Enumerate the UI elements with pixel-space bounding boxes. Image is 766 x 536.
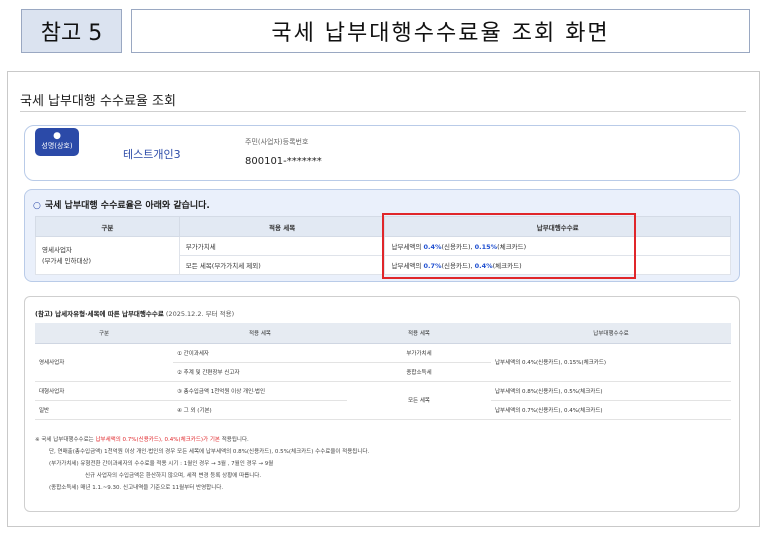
fee-cell: 납부세액의 0.7%(신용카드), 0.4%(체크카드) bbox=[491, 400, 731, 420]
type-cell: 영세사업자 bbox=[35, 343, 173, 382]
ref-col-type: 구분 bbox=[35, 323, 173, 344]
screen-frame: 국세 납부대행 수수료율 조회 ● 성명(상호) 테스트개인3 주민(사업자)등… bbox=[7, 71, 760, 527]
person-icon: ● bbox=[53, 131, 61, 141]
reference-heading: (참고) 납세자유형·세목에 따른 납부대행수수료 (2025.12.2. 부터… bbox=[35, 310, 235, 318]
taxpayer-name: 테스트개인3 bbox=[123, 148, 181, 161]
item-cell: 모든 세목(부가가치세 제외) bbox=[178, 255, 386, 275]
col-header-item: 적용 세목 bbox=[178, 216, 386, 237]
reference-tag: 참고 5 bbox=[21, 9, 122, 53]
col-header-type: 구분 bbox=[35, 216, 180, 237]
fee-cell: 납부세액의 0.8%(신용카드), 0.5%(체크카드) bbox=[491, 381, 731, 401]
reference-box: (참고) 납세자유형·세목에 따른 납부대행수수료 (2025.12.2. 부터… bbox=[24, 296, 740, 512]
bullet-icon: ○ bbox=[33, 201, 41, 211]
criteria-cell: ② 추계 및 간편장부 신고자 bbox=[173, 362, 347, 382]
badge-label: 성명(상호) bbox=[41, 142, 73, 150]
notes: ※ 국세 납부대행수수료는 납부세액의 0.7%(신용카드), 0.4%(체크카… bbox=[35, 434, 725, 494]
note-line: 신규 사업자의 수입금액은 환산하지 않으며, 세적 변경 등록 상황에 따릅니… bbox=[85, 473, 262, 479]
type-cell: 대형사업자 bbox=[35, 381, 173, 401]
title-divider bbox=[20, 111, 746, 112]
banner-title: 국세 납부대행수수료율 조회 화면 bbox=[131, 9, 750, 53]
rate-heading: ○ 국세 납부대행 수수료율은 아래와 같습니다. bbox=[33, 201, 210, 211]
note-line: (부가가치세) 유형전환 간이과세자의 수수료율 적용 시기 : 1월인 경우 … bbox=[49, 461, 274, 467]
rrn-label: 주민(사업자)등록번호 bbox=[245, 138, 309, 146]
page-title: 국세 납부대행 수수료율 조회 bbox=[20, 94, 176, 109]
criteria-cell: ① 간이과세자 bbox=[173, 343, 347, 363]
note-line: (종합소득세) 매년 1.1.~9.30. 신고내역을 기준으로 11월부터 반… bbox=[49, 485, 224, 491]
item-cell: 부가가치세 bbox=[178, 236, 386, 256]
ref-col-criteria: 적용 세목 bbox=[173, 323, 347, 344]
ref-col-fee: 납부대행수수료 bbox=[491, 323, 731, 344]
category-cell: 영세사업자 (부가세 인하대상) bbox=[35, 236, 180, 275]
note-line: ※ 국세 납부대행수수료는 납부세액의 0.7%(신용카드), 0.4%(체크카… bbox=[35, 437, 249, 443]
type-cell: 일반 bbox=[35, 400, 173, 420]
table-row: 영세사업자 ① 간이과세자 부가가치세 납부세액의 0.4%(신용카드), 0.… bbox=[35, 343, 731, 382]
ref-col-item: 적용 세목 bbox=[347, 323, 491, 344]
taxpayer-card: ● 성명(상호) 테스트개인3 주민(사업자)등록번호 800101-*****… bbox=[24, 125, 740, 181]
item-cell: 종합소득세 bbox=[347, 362, 491, 382]
fee-cell: 납부세액의 0.4%(신용카드), 0.15%(체크카드) bbox=[491, 343, 731, 382]
reference-table: 구분 적용 세목 적용 세목 납부대행수수료 영세사업자 ① 간이과세자 부가가… bbox=[35, 323, 731, 420]
name-badge: ● 성명(상호) bbox=[35, 128, 79, 156]
table-row: 대형사업자 ③ 총수입금액 1천억원 이상 개인·법인 모든 세목 납부세액의 … bbox=[35, 381, 731, 420]
criteria-cell: ④ 그 외 (기본) bbox=[173, 400, 347, 420]
highlight-box bbox=[382, 213, 636, 279]
item-cell: 부가가치세 bbox=[347, 343, 491, 363]
note-line: 단, 연매출(총수입금액) 1천억원 이상 개인·법인의 경우 모든 세목에 납… bbox=[49, 449, 370, 455]
rrn-value: 800101-******* bbox=[245, 156, 322, 167]
criteria-cell: ③ 총수입금액 1천억원 이상 개인·법인 bbox=[173, 381, 347, 401]
item-cell: 모든 세목 bbox=[347, 381, 491, 420]
